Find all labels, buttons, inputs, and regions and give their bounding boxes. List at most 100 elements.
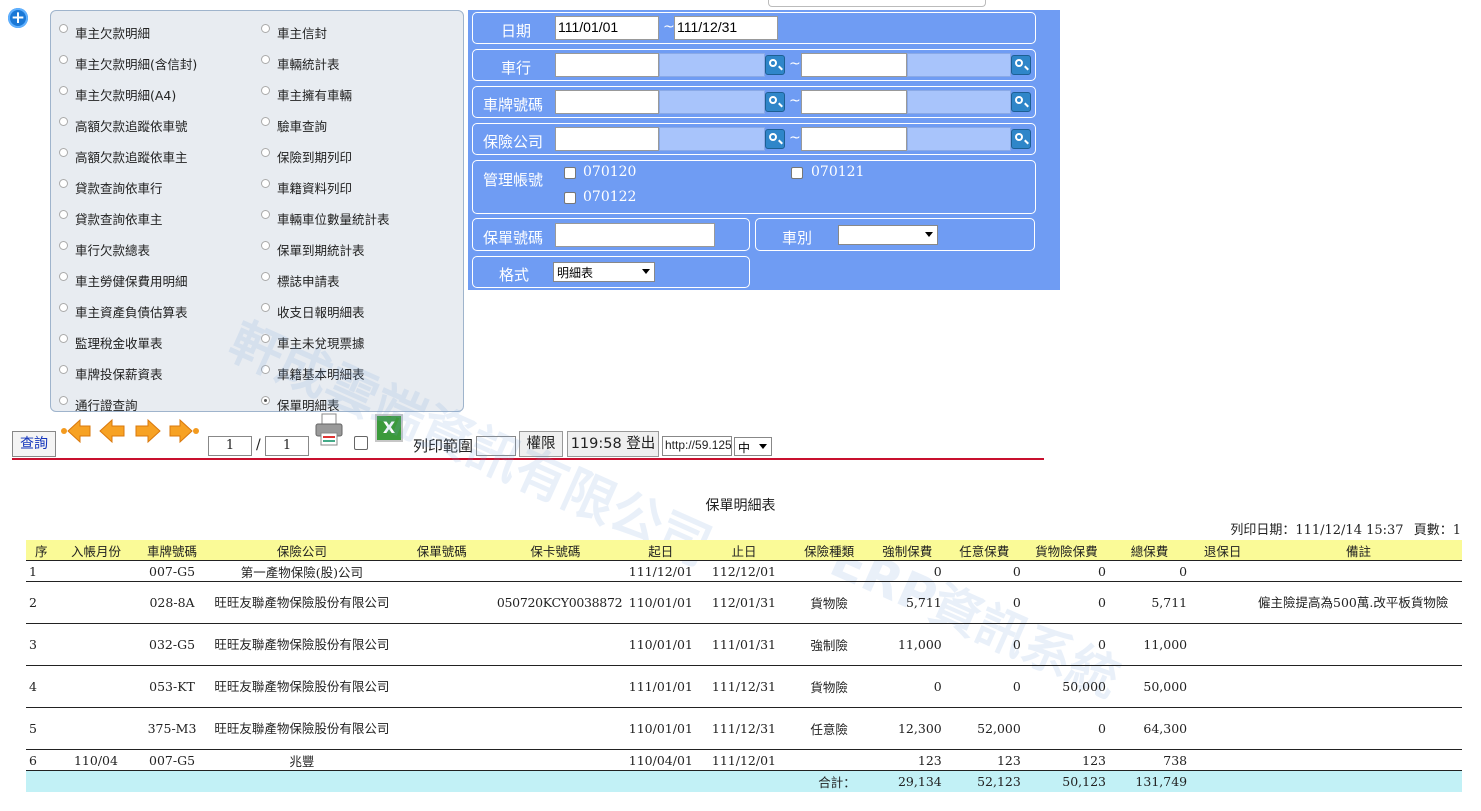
- printer-icon[interactable]: [314, 413, 344, 447]
- company-row: 車行 ~: [472, 49, 1036, 81]
- report-option[interactable]: 車主欠款明細(A4): [59, 79, 197, 110]
- report-option[interactable]: 車輛統計表: [261, 48, 390, 79]
- radio-icon[interactable]: [261, 179, 270, 188]
- radio-icon[interactable]: [59, 117, 68, 126]
- plate-to-input[interactable]: [801, 90, 907, 114]
- permission-button[interactable]: 權限: [519, 431, 563, 457]
- logout-button[interactable]: 119:58 登出: [567, 431, 659, 457]
- report-title: 保單明細表: [705, 498, 776, 514]
- cell-cargo: 50,000: [1023, 665, 1109, 708]
- radio-icon[interactable]: [59, 148, 68, 157]
- radio-icon[interactable]: [59, 24, 68, 33]
- report-option[interactable]: 收支日報明細表: [261, 296, 390, 327]
- insurer-from-search-icon[interactable]: [765, 129, 785, 149]
- cell-total: 738: [1109, 749, 1191, 771]
- radio-icon[interactable]: [261, 303, 270, 312]
- report-option[interactable]: 保單到期統計表: [261, 234, 390, 265]
- report-option[interactable]: 高額欠款追蹤依車號: [59, 110, 197, 141]
- cell-policy: [395, 581, 489, 624]
- report-option[interactable]: 高額欠款追蹤依車主: [59, 141, 197, 172]
- url-field[interactable]: http://59.125: [662, 436, 732, 456]
- query-button[interactable]: 查詢: [12, 431, 56, 457]
- report-option[interactable]: 車主勞健保費用明細: [59, 265, 197, 296]
- report-option[interactable]: 驗車查詢: [261, 110, 390, 141]
- radio-icon[interactable]: [59, 303, 68, 312]
- cell-optional: 0: [944, 581, 1024, 624]
- vehicle-type-row: 車別: [755, 218, 1035, 251]
- report-option[interactable]: 監理稅金收單表: [59, 327, 197, 358]
- radio-icon[interactable]: [261, 272, 270, 281]
- print-range-input[interactable]: [476, 436, 516, 456]
- radio-icon[interactable]: [59, 334, 68, 343]
- format-select[interactable]: 明細表: [553, 262, 655, 282]
- vehicle-type-label: 車別: [782, 229, 813, 247]
- company-to-search-icon[interactable]: [1011, 55, 1031, 75]
- radio-icon[interactable]: [59, 272, 68, 281]
- radio-icon[interactable]: [261, 148, 270, 157]
- radio-icon[interactable]: [59, 55, 68, 64]
- insurer-to-input[interactable]: [801, 127, 907, 151]
- report-option[interactable]: 車輛車位數量統計表: [261, 203, 390, 234]
- company-from-input[interactable]: [555, 53, 659, 77]
- insurer-from-input[interactable]: [555, 127, 659, 151]
- radio-icon[interactable]: [261, 241, 270, 250]
- report-option[interactable]: 車主欠款明細: [59, 17, 197, 48]
- company-to-input[interactable]: [801, 53, 907, 77]
- account-checkbox-070121[interactable]: [791, 167, 803, 179]
- radio-icon[interactable]: [59, 365, 68, 374]
- cell-optional: 0: [944, 560, 1024, 582]
- plate-to-search-icon[interactable]: [1011, 92, 1031, 112]
- format-label: 格式: [499, 266, 530, 284]
- date-from-input[interactable]: 111/01/01: [555, 16, 659, 40]
- radio-icon[interactable]: [261, 210, 270, 219]
- report-option[interactable]: 貸款查詢依車行: [59, 172, 197, 203]
- radio-icon[interactable]: [261, 117, 270, 126]
- report-option[interactable]: 車籍資料列印: [261, 172, 390, 203]
- report-option[interactable]: 貸款查詢依車主: [59, 203, 197, 234]
- radio-icon[interactable]: [59, 179, 68, 188]
- report-option[interactable]: 保險到期列印: [261, 141, 390, 172]
- radio-icon[interactable]: [59, 86, 68, 95]
- add-icon[interactable]: +: [8, 8, 28, 28]
- report-option[interactable]: 車主未兌現票據: [261, 327, 390, 358]
- insurer-to-search-icon[interactable]: [1011, 129, 1031, 149]
- plate-from-search-icon[interactable]: [765, 92, 785, 112]
- next-page-icon[interactable]: [133, 417, 163, 445]
- radio-icon[interactable]: [59, 396, 68, 405]
- plate-from-input[interactable]: [555, 90, 659, 114]
- radio-icon[interactable]: [59, 210, 68, 219]
- account-checkbox-070122[interactable]: [564, 192, 576, 204]
- report-option-label: 車主欠款明細(A4): [75, 88, 177, 103]
- date-to-input[interactable]: 111/12/31: [674, 16, 778, 40]
- policy-input[interactable]: [555, 223, 715, 247]
- excel-export-icon[interactable]: X: [375, 414, 403, 442]
- radio-icon[interactable]: [261, 55, 270, 64]
- radio-icon[interactable]: [59, 241, 68, 250]
- radio-icon[interactable]: [261, 86, 270, 95]
- report-option[interactable]: 標誌申請表: [261, 265, 390, 296]
- radio-icon[interactable]: [261, 334, 270, 343]
- radio-icon[interactable]: [261, 365, 270, 374]
- prev-page-icon[interactable]: [97, 417, 127, 445]
- account-checkbox-070120[interactable]: [564, 167, 576, 179]
- report-option[interactable]: 車主信封: [261, 17, 390, 48]
- radio-icon[interactable]: [261, 396, 270, 405]
- print-checkbox[interactable]: [354, 436, 368, 450]
- report-option[interactable]: 車主資產負債估算表: [59, 296, 197, 327]
- column-header: 退保日: [1190, 540, 1256, 561]
- report-option[interactable]: 車牌投保薪資表: [59, 358, 197, 389]
- report-option[interactable]: 車主欠款明細(含信封): [59, 48, 197, 79]
- report-option[interactable]: 車主擁有車輛: [261, 79, 390, 110]
- report-option[interactable]: 車行欠款總表: [59, 234, 197, 265]
- first-page-icon[interactable]: [60, 417, 92, 445]
- report-option[interactable]: 車籍基本明細表: [261, 358, 390, 389]
- language-select[interactable]: 中: [734, 437, 772, 456]
- account-label: 管理帳號: [483, 171, 544, 189]
- top-popup-edge: [768, 0, 986, 7]
- company-from-search-icon[interactable]: [765, 55, 785, 75]
- current-page-input[interactable]: 1: [208, 436, 252, 456]
- last-page-icon[interactable]: [168, 417, 200, 445]
- radio-icon[interactable]: [261, 24, 270, 33]
- vehicle-type-select[interactable]: [838, 225, 938, 245]
- report-option-label: 車籍資料列印: [277, 181, 353, 196]
